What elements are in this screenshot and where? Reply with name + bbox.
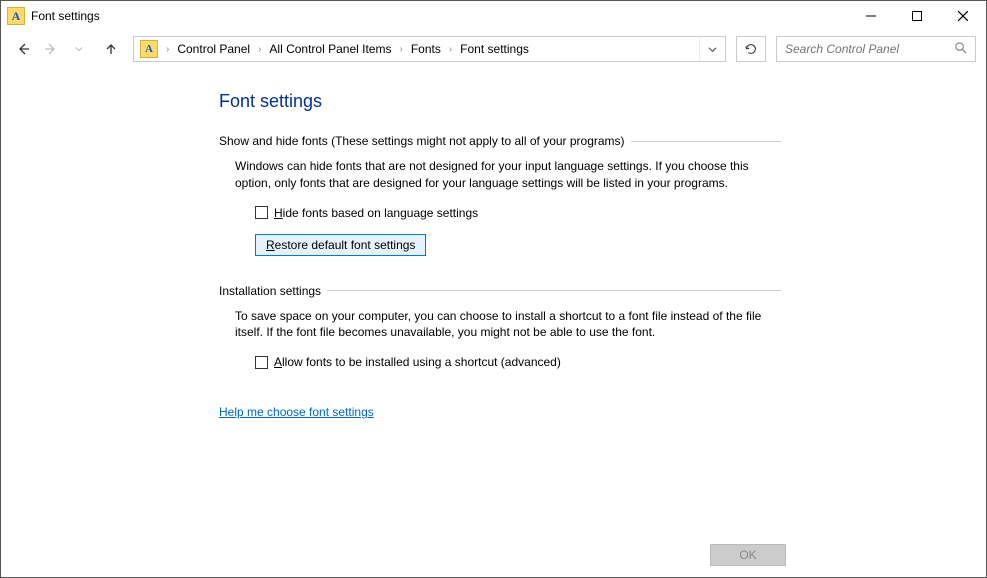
divider <box>327 290 781 291</box>
search-icon <box>954 41 967 57</box>
refresh-icon <box>744 42 758 56</box>
minimize-button[interactable] <box>848 1 894 31</box>
back-arrow-icon <box>15 41 31 57</box>
refresh-button[interactable] <box>736 36 766 62</box>
group-show-hide-fonts: Show and hide fonts (These settings migh… <box>219 134 781 256</box>
up-button[interactable] <box>99 37 123 61</box>
chevron-down-icon <box>708 45 717 54</box>
footer: OK <box>1 533 986 577</box>
crumb-sep-icon: › <box>164 44 171 55</box>
page-title: Font settings <box>219 91 986 112</box>
ok-button[interactable]: OK <box>710 544 786 566</box>
search-box[interactable] <box>776 36 976 62</box>
group-description: To save space on your computer, you can … <box>235 308 781 342</box>
crumb-sep-icon: › <box>447 44 454 55</box>
breadcrumb-item[interactable]: All Control Panel Items <box>263 42 397 56</box>
content: Font settings Show and hide fonts (These… <box>1 67 986 533</box>
minimize-icon <box>866 11 876 21</box>
group-installation-settings: Installation settings To save space on y… <box>219 284 781 370</box>
window-title: Font settings <box>31 9 100 23</box>
checkbox[interactable] <box>255 356 268 369</box>
chevron-down-icon <box>75 45 83 53</box>
close-icon <box>958 11 968 21</box>
checkbox-label: Hide fonts based on language settings <box>274 206 478 220</box>
back-button[interactable] <box>11 37 35 61</box>
navbar: A › Control Panel › All Control Panel It… <box>1 31 986 67</box>
group-header: Installation settings <box>219 284 327 298</box>
allow-shortcut-checkbox-row[interactable]: Allow fonts to be installed using a shor… <box>255 355 781 369</box>
search-input[interactable] <box>785 42 954 56</box>
checkbox[interactable] <box>255 206 268 219</box>
restore-default-button[interactable]: Restore default font settings <box>255 234 426 256</box>
address-dropdown[interactable] <box>699 37 725 61</box>
group-header: Show and hide fonts (These settings migh… <box>219 134 631 148</box>
group-description: Windows can hide fonts that are not desi… <box>235 158 781 192</box>
maximize-icon <box>912 11 922 21</box>
hide-fonts-checkbox-row[interactable]: Hide fonts based on language settings <box>255 206 781 220</box>
close-button[interactable] <box>940 1 986 31</box>
window: A Font settings A <box>0 0 987 578</box>
crumb-sep-icon: › <box>256 44 263 55</box>
checkbox-label: Allow fonts to be installed using a shor… <box>274 355 561 369</box>
breadcrumb-item[interactable]: Fonts <box>405 42 447 56</box>
help-link[interactable]: Help me choose font settings <box>219 405 374 419</box>
fonts-folder-icon: A <box>140 40 158 58</box>
forward-arrow-icon <box>43 41 59 57</box>
up-arrow-icon <box>103 41 119 57</box>
divider <box>631 141 781 142</box>
crumb-sep-icon: › <box>397 44 404 55</box>
breadcrumb-item[interactable]: Font settings <box>454 42 535 56</box>
address-bar[interactable]: A › Control Panel › All Control Panel It… <box>133 36 726 62</box>
forward-button[interactable] <box>39 37 63 61</box>
maximize-button[interactable] <box>894 1 940 31</box>
breadcrumb-item[interactable]: Control Panel <box>171 42 256 56</box>
titlebar: A Font settings <box>1 1 986 31</box>
fonts-folder-icon: A <box>7 7 25 25</box>
recent-dropdown[interactable] <box>67 37 91 61</box>
